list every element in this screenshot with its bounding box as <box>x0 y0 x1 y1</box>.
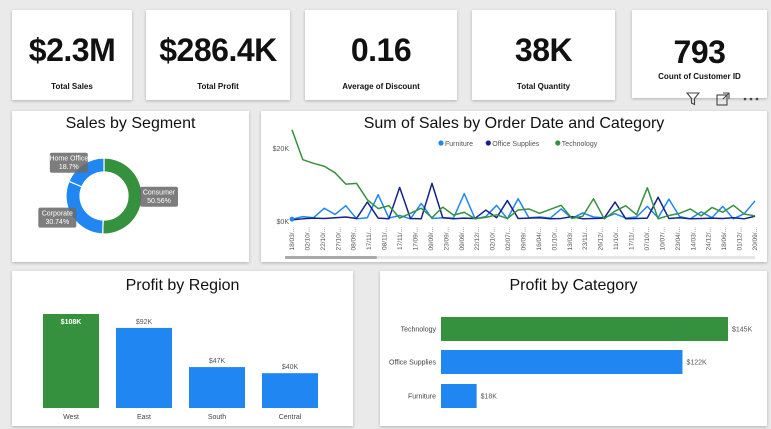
kpi-value: $2.3M <box>28 32 116 68</box>
donut-chart: Consumer50.56% Corporate30.74% Home Office… <box>38 152 178 235</box>
x-tick-label: 02/07/... <box>505 227 512 251</box>
legend-marker <box>555 140 561 146</box>
bar-central <box>262 373 318 408</box>
x-tick-label: 17/09/... <box>412 227 419 251</box>
x-tick-label: 16/04/... <box>536 227 543 251</box>
y-tick-label: Technology <box>401 327 437 334</box>
bar-south <box>189 367 245 408</box>
kpi-value: $286.4K <box>159 32 277 68</box>
bar-value-label: $122K <box>686 360 707 367</box>
kpi-label: Total Sales <box>51 82 93 91</box>
visual-header-toolbar <box>685 92 766 109</box>
x-tick-label: 09/09/... <box>459 227 466 251</box>
kpi-value: 38K <box>514 32 573 68</box>
kpi-value: 793 <box>673 34 726 70</box>
x-tick-label: 24/12/... <box>706 227 713 251</box>
x-tick-label: 20/09/... <box>752 227 759 251</box>
x-tick-label: 17/11/... <box>366 227 373 250</box>
legend-label: Office Supplies <box>492 141 539 148</box>
x-tick-label: East <box>137 414 151 421</box>
bar-value-label: $40K <box>282 364 299 371</box>
kpi-card-customer-count[interactable]: 793 Count of Customer ID <box>632 10 767 98</box>
kpi-label: Average of Discount <box>342 82 420 91</box>
bar-value-label: $18K <box>481 394 498 401</box>
category-bar-chart: Technology $145K Office Supplies $122K Furni… <box>389 317 753 408</box>
x-tick-label: 27/10/... <box>335 227 342 251</box>
legend-label: Furniture <box>445 141 473 148</box>
sales-over-time-card[interactable]: Sum of Sales by Order Date and Category … <box>261 111 767 262</box>
kpi-card-total-profit[interactable]: $286.4K Total Profit <box>146 10 290 100</box>
slice-value-label: 18.7% <box>59 164 79 171</box>
slice-name-label: Consumer <box>143 190 176 197</box>
y-tick-label: $20K <box>273 146 290 153</box>
kpi-card-total-sales[interactable]: $2.3M Total Sales <box>12 10 132 100</box>
kpi-label: Count of Customer ID <box>658 72 741 81</box>
bar-value-label: $92K <box>136 319 153 326</box>
y-tick-label: Office Supplies <box>389 360 436 367</box>
slice-name-label: Corporate <box>42 211 73 218</box>
x-tick-label: 17/11/... <box>629 227 636 250</box>
series-line-office-supplies <box>291 182 756 221</box>
x-tick-label: 01/12/... <box>737 227 744 251</box>
slice-name-label: Home Office <box>49 156 88 163</box>
kpi-card-average-discount[interactable]: 0.16 Average of Discount <box>305 10 457 100</box>
bar-value-label: $145K <box>732 327 753 334</box>
x-tick-label: 10/07/... <box>659 227 666 251</box>
bar-furniture <box>441 384 477 408</box>
more-options-icon[interactable] <box>742 92 760 109</box>
x-tick-label: 26/12/... <box>598 227 605 251</box>
y-tick-label: Furniture <box>408 394 436 401</box>
x-tick-label: 17/11/... <box>397 227 404 250</box>
legend-marker <box>438 140 444 146</box>
scrollbar-thumb[interactable] <box>285 256 377 259</box>
x-tick-label: 23/09/... <box>443 227 450 251</box>
kpi-card-total-quantity[interactable]: 38K Total Quantity <box>472 10 615 100</box>
x-tick-label: 02/10/... <box>304 227 311 251</box>
filter-icon[interactable] <box>685 92 701 109</box>
x-tick-label: 08/11/... <box>382 227 389 250</box>
bar-technology <box>441 317 728 341</box>
bar-east <box>116 327 172 408</box>
line-chart: Furniture Office Supplies Technology $20K $0… <box>273 129 759 259</box>
series-point-marker <box>289 216 295 222</box>
bar-value-label: $47K <box>209 358 226 365</box>
x-tick-label: 14/03/... <box>690 227 697 251</box>
kpi-label: Total Quantity <box>516 82 571 91</box>
x-tick-label: 18/06/... <box>721 227 728 251</box>
x-tick-label: 09/09/... <box>521 227 528 251</box>
legend-label: Technology <box>562 141 598 148</box>
x-tick-label: 09/09/... <box>428 227 435 251</box>
profit-by-region-card[interactable]: Profit by Region $108K West $92K East $47K So… <box>12 271 353 426</box>
region-bar-chart: $108K West $92K East $47K South $40K Central <box>43 314 318 421</box>
legend-marker <box>485 140 491 146</box>
x-tick-label: 02/10/... <box>490 227 497 251</box>
x-tick-label: Central <box>279 414 302 421</box>
x-tick-label: 22/10/... <box>320 227 327 251</box>
bar-west <box>43 314 99 408</box>
x-tick-label: South <box>208 414 226 421</box>
donut-slice-consumer <box>102 157 143 235</box>
x-tick-label: 08/09/... <box>351 227 358 251</box>
kpi-value: 0.16 <box>350 32 412 68</box>
bar-office-supplies <box>441 350 683 374</box>
x-tick-label: 18/03/... <box>289 227 296 251</box>
x-tick-label: 22/12/... <box>474 227 481 251</box>
slice-value-label: 50.56% <box>147 198 171 205</box>
x-tick-label: West <box>63 414 79 421</box>
x-tick-label: 01/10/... <box>551 227 558 251</box>
x-tick-label: 23/11/... <box>582 227 589 250</box>
slice-value-label: 30.74% <box>45 219 69 226</box>
x-tick-label: 23/04/... <box>675 227 682 251</box>
x-tick-label: 11/10/... <box>613 227 620 250</box>
kpi-label: Total Profit <box>197 82 239 91</box>
profit-by-category-card[interactable]: Profit by Category Technology $145K Office… <box>380 271 767 426</box>
bar-value-label: $108K <box>61 319 82 326</box>
x-tick-label: 07/10/... <box>644 227 651 251</box>
sales-by-segment-card[interactable]: Sales by Segment Consumer 50.56% Corporate… <box>12 111 249 262</box>
series-line-furniture <box>291 192 756 220</box>
y-tick-label: $0K <box>277 219 290 226</box>
focus-mode-icon[interactable] <box>716 92 730 109</box>
x-tick-label: 13/03/... <box>567 227 574 251</box>
